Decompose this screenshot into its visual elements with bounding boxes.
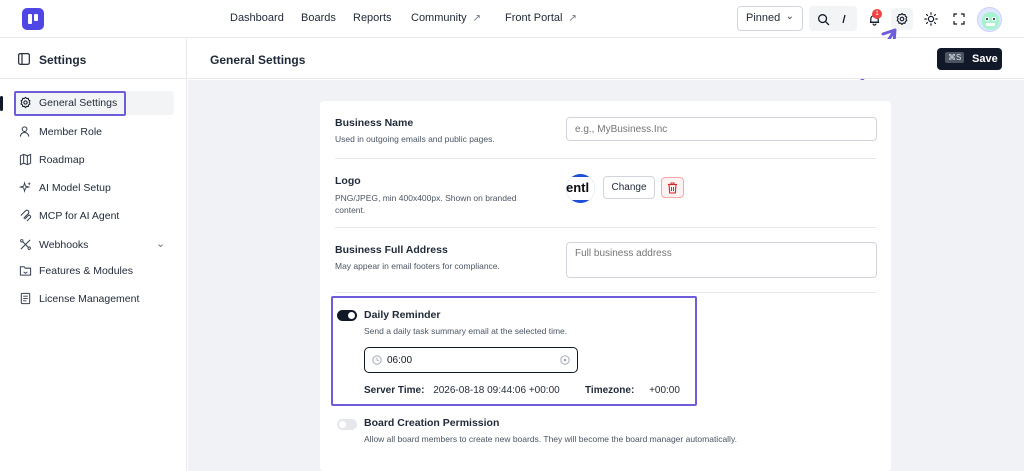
search-group [809, 6, 857, 31]
nav-link-dashboard[interactable]: Dashboard [230, 12, 284, 24]
document-icon [20, 292, 31, 305]
sidebar-toggle-icon[interactable] [18, 53, 30, 65]
fullscreen-icon[interactable] [948, 8, 970, 30]
sidebar-item-label: AI Model Setup [39, 182, 111, 194]
chevron-down-icon: ⌄ [156, 238, 166, 250]
slash-shortcut-icon [833, 8, 855, 30]
logo-help-line1: PNG/JPEG, min 400x400px. Shown on brande… [335, 193, 517, 203]
save-shortcut: ⌘S [945, 52, 965, 63]
external-link-icon: ↗ [568, 13, 577, 24]
sidebar-header: Settings [0, 39, 187, 79]
webhook-icon [20, 239, 31, 250]
daily-reminder-help: Send a daily task summary email at the s… [364, 326, 568, 336]
daily-reminder-toggle[interactable] [337, 310, 357, 321]
logo-preview-text: entl [566, 180, 590, 195]
sidebar-item-roadmap[interactable]: Roadmap [14, 148, 174, 172]
server-time: Server Time: 2026-08-18 09:44:06 +00:00 [364, 385, 560, 396]
sidebar-item-ai-model-setup[interactable]: AI Model Setup [14, 176, 174, 200]
divider [335, 292, 876, 293]
address-help: May appear in email footers for complian… [335, 261, 500, 271]
sidebar-item-license-management[interactable]: License Management [14, 287, 174, 311]
sidebar-item-label: Member Role [39, 126, 103, 138]
daily-reminder-label: Daily Reminder [364, 309, 441, 321]
sidebar-item-label: Webhooks [39, 239, 89, 251]
map-icon [19, 153, 32, 166]
sidebar-item-label: Features & Modules [39, 265, 133, 277]
clear-icon[interactable] [560, 355, 570, 365]
sidebar-item-label: License Management [39, 293, 140, 305]
server-time-value: 2026-08-18 09:44:06 +00:00 [433, 385, 560, 396]
settings-card [320, 101, 891, 471]
annotation-highlight-general-settings [14, 91, 126, 116]
save-button[interactable]: ⌘S Save [937, 48, 1002, 70]
timezone-value: +00:00 [649, 385, 680, 396]
board-permission-toggle[interactable] [337, 419, 357, 430]
logo-label: Logo [335, 175, 361, 187]
nav-link-community[interactable]: Community ↗ [411, 12, 481, 24]
sidebar-item-mcp-for-ai-agent[interactable]: MCP for AI Agent [14, 204, 174, 228]
reminder-time-input[interactable]: 06:00 [364, 347, 578, 373]
users-icon [19, 126, 30, 137]
server-time-label: Server Time: [364, 385, 425, 396]
logo-help-line2: content. [335, 205, 366, 215]
delete-logo-button[interactable] [661, 177, 684, 198]
timezone-label: Timezone: [585, 385, 635, 396]
chevron-down-icon: ⌄ [785, 11, 794, 22]
pinned-dropdown-label: Pinned [746, 12, 781, 24]
sidebar-item-member-role[interactable]: Member Role [14, 120, 174, 144]
address-textarea[interactable] [566, 242, 877, 278]
nav-link-boards[interactable]: Boards [301, 12, 336, 24]
clock-icon [372, 355, 382, 365]
main-header: General Settings ⌘S Save [188, 39, 1024, 79]
sidebar-item-webhooks[interactable]: Webhooks ⌄ [14, 233, 174, 257]
sparkle-icon [19, 181, 32, 193]
pinned-dropdown[interactable]: Pinned ⌄ [737, 6, 803, 31]
logo-preview: entl [566, 174, 595, 203]
page-title: General Settings [210, 53, 306, 67]
board-permission-label: Board Creation Permission [364, 417, 500, 429]
divider [335, 158, 876, 159]
business-name-label: Business Name [335, 117, 414, 129]
save-button-label: Save [972, 53, 998, 65]
sidebar-item-features-modules[interactable]: Features & Modules [14, 259, 174, 283]
sidebar-item-label: Roadmap [39, 154, 85, 166]
trash-icon [668, 182, 677, 194]
divider [335, 227, 876, 228]
app-logo[interactable] [22, 8, 44, 30]
business-name-help: Used in outgoing emails and public pages… [335, 134, 495, 144]
sun-icon[interactable] [920, 8, 942, 30]
sidebar-title: Settings [39, 53, 87, 67]
reminder-time-value: 06:00 [387, 355, 413, 366]
gear-icon [896, 12, 908, 26]
nav-link-front-portal[interactable]: Front Portal ↗ [505, 12, 577, 24]
sidebar-item-label: MCP for AI Agent [39, 210, 120, 222]
nav-link-reports[interactable]: Reports [353, 12, 392, 24]
change-logo-button[interactable]: Change [603, 176, 655, 199]
address-label: Business Full Address [335, 244, 448, 256]
external-link-icon: ↗ [472, 13, 482, 24]
search-icon[interactable] [812, 8, 834, 30]
notification-badge: 1 [872, 9, 882, 19]
avatar[interactable] [977, 7, 1002, 32]
board-permission-help: Allow all board members to create new bo… [364, 434, 737, 444]
mcp-icon [20, 209, 32, 222]
folder-icon [19, 266, 32, 276]
active-indicator [0, 96, 3, 111]
business-name-input[interactable] [566, 117, 877, 141]
timezone: Timezone: +00:00 [585, 385, 680, 396]
